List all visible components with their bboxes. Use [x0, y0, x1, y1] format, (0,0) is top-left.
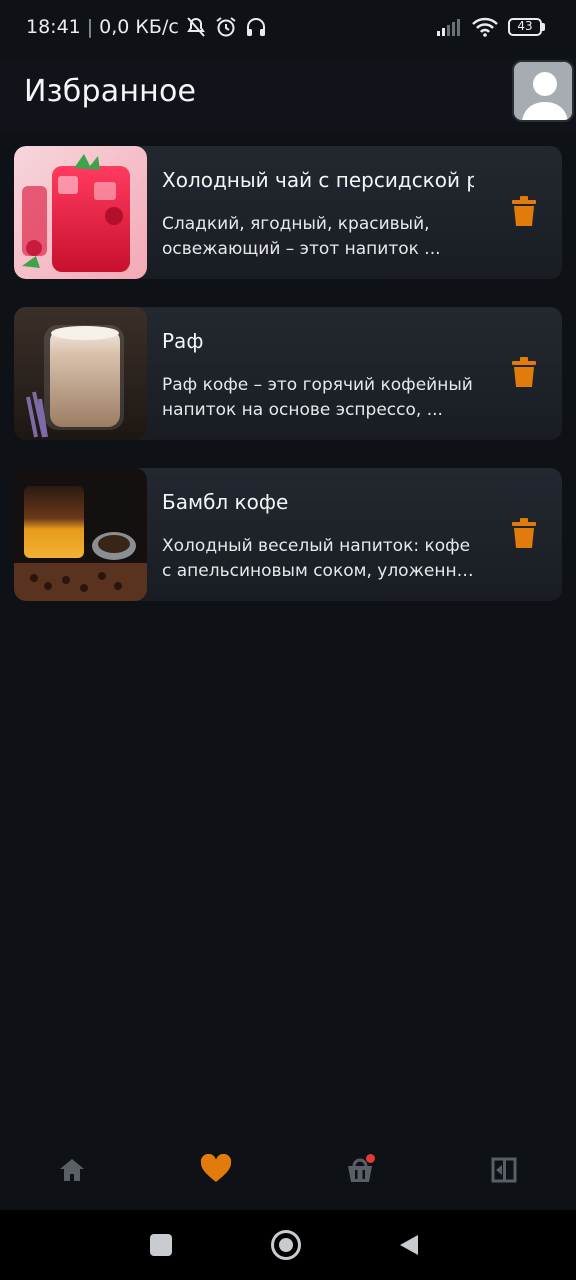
system-nav-bar [0, 1210, 576, 1280]
raf-coffee-photo [14, 307, 147, 440]
favorite-description: Сладкий, ягодный, красивый, освежающий –… [162, 214, 441, 259]
wifi-icon [472, 17, 498, 37]
status-left: 18:41 | 0,0 КБ/с [26, 16, 267, 38]
trash-icon[interactable] [512, 196, 536, 226]
mute-icon [186, 17, 205, 37]
battery-level: 43 [517, 19, 533, 33]
signal-icon [437, 19, 460, 36]
status-network-speed: 0,0 КБ/с [99, 16, 179, 38]
home-button[interactable] [271, 1230, 301, 1260]
user-avatar-icon [514, 62, 572, 120]
heart-icon[interactable] [200, 1154, 232, 1184]
favorite-card[interactable]: Бамбл кофе Холодный веселый напиток: коф… [14, 468, 562, 601]
page-title: Избранное [24, 74, 197, 109]
basket-nav-item[interactable] [346, 1154, 375, 1184]
bumble-coffee-photo [14, 468, 147, 601]
favorite-title: Холодный чай с персидской розой [162, 168, 474, 192]
status-time: 18:41 [26, 16, 81, 38]
bottom-nav [0, 1130, 576, 1210]
status-right: 43 [436, 17, 546, 37]
favorite-description: Раф кофе – это горячий кофейный напиток … [162, 375, 473, 420]
favorites-list: Холодный чай с персидской розой Сладкий,… [14, 146, 562, 629]
battery-icon: 43 [508, 17, 546, 37]
favorite-description: Холодный веселый напиток: кофе с апельси… [162, 536, 474, 581]
status-bar: 18:41 | 0,0 КБ/с 43 [0, 0, 576, 58]
app-header: Избранное [0, 58, 576, 134]
favorite-card[interactable]: Раф Раф кофе – это горячий кофейный напи… [14, 307, 562, 440]
back-button[interactable] [398, 1233, 420, 1257]
iced-berry-tea-photo [14, 146, 147, 279]
headphones-icon [246, 18, 265, 36]
alarm-icon [216, 17, 236, 37]
trash-icon[interactable] [512, 357, 536, 387]
trash-icon[interactable] [512, 518, 536, 548]
user-avatar-button[interactable] [512, 60, 574, 122]
favorite-card[interactable]: Холодный чай с персидской розой Сладкий,… [14, 146, 562, 279]
status-separator: | [86, 16, 94, 38]
home-icon[interactable] [58, 1156, 86, 1184]
recents-button[interactable] [150, 1234, 172, 1256]
logout-icon[interactable] [490, 1156, 518, 1184]
favorite-title: Бамбл кофе [162, 490, 289, 514]
cart-badge [366, 1154, 375, 1163]
favorite-title: Раф [162, 329, 204, 353]
